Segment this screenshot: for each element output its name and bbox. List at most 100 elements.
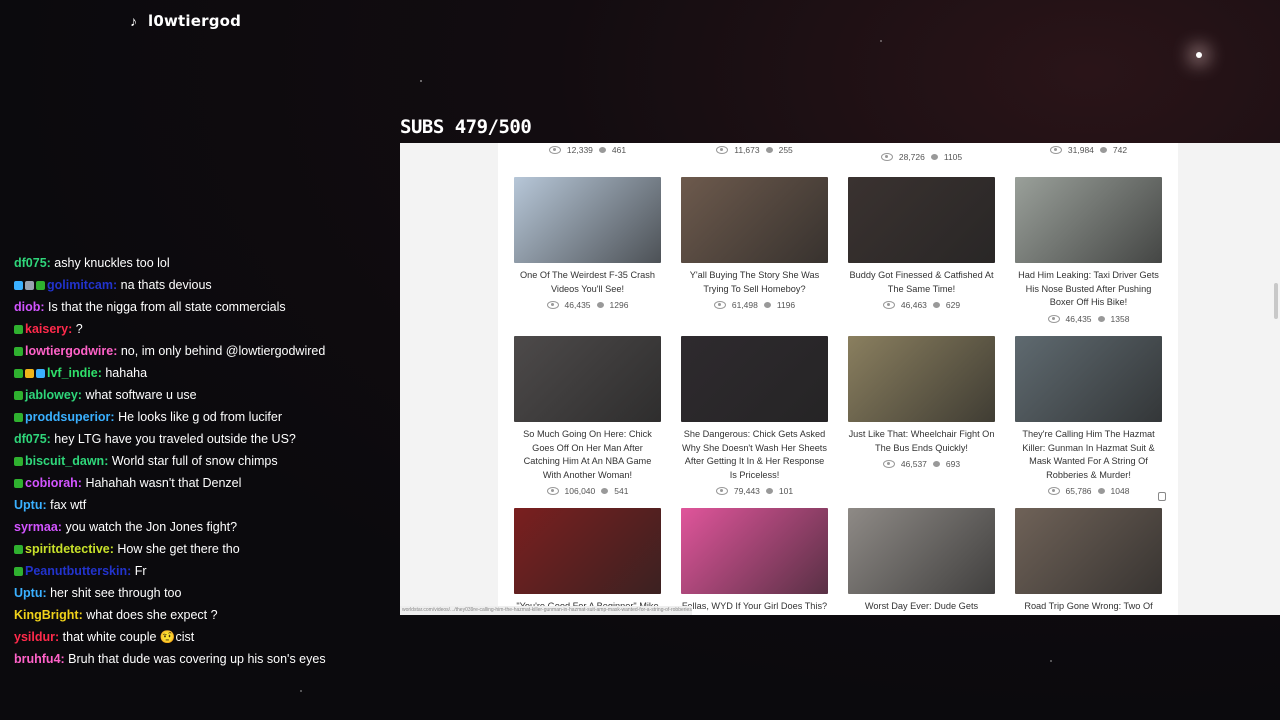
video-thumbnail[interactable] (848, 508, 995, 594)
video-title[interactable]: They're Calling Him The Hazmat Killer: G… (1015, 428, 1162, 482)
comment-icon (763, 302, 771, 309)
views-icon (1047, 487, 1060, 496)
comment-count: 1296 (609, 300, 629, 311)
video-card-partial[interactable]: 12,339 461 (514, 143, 661, 155)
video-card-partial[interactable]: Location On Her Phone! 28,726 1105 (848, 143, 995, 162)
chat-cutoff-line (14, 238, 394, 250)
video-thumbnail[interactable] (1015, 508, 1162, 594)
video-card[interactable]: So Much Going On Here: Chick Goes Off On… (514, 336, 661, 496)
video-thumbnail[interactable] (848, 177, 995, 263)
chat-username: jablowey (25, 388, 78, 402)
chat-username: diob (14, 300, 41, 314)
video-thumbnail[interactable] (1015, 336, 1162, 422)
video-card[interactable]: Y'all Buying The Story She Was Trying To… (681, 177, 828, 310)
chat-panel: df075: ashy knuckles too lol golimitcam: … (14, 240, 394, 670)
video-thumbnail[interactable] (848, 336, 995, 422)
chat-text: Hahahah wasn't that Denzel (85, 476, 242, 490)
video-card[interactable]: Fellas, WYD If Your Girl Does This? (681, 508, 828, 614)
chat-text: hey LTG have you traveled outside the US… (54, 432, 296, 446)
video-title[interactable]: One Of The Weirdest F-35 Crash Videos Yo… (514, 269, 661, 296)
chat-message: ysildur: that white couple 🤨cist (14, 630, 195, 644)
video-stats: 79,443 101 (681, 486, 828, 496)
video-thumbnail[interactable] (681, 177, 828, 263)
video-card[interactable]: Worst Day Ever: Dude Gets Robbed (848, 508, 995, 615)
subs-counter: SUBS 479/500 (400, 116, 532, 138)
chat-message: cobiorah: Hahahah wasn't that Denzel (14, 472, 394, 494)
video-title[interactable]: Fellas, WYD If Your Girl Does This? (681, 600, 828, 614)
badge-icon (25, 369, 34, 378)
video-title[interactable]: Had Him Leaking: Taxi Driver Gets His No… (1015, 269, 1162, 310)
chat-username: ysildur (14, 630, 55, 644)
badge-icon (14, 545, 23, 554)
chat-username: golimitcam (47, 278, 113, 292)
video-card[interactable]: Had Him Leaking: Taxi Driver Gets His No… (1015, 177, 1162, 324)
bright-star (1196, 52, 1202, 58)
chat-text: you watch the Jon Jones fight? (65, 520, 238, 534)
video-card[interactable]: Buddy Got Finessed & Catfished At The Sa… (848, 177, 995, 310)
view-count: 61,498 (731, 300, 758, 311)
chat-message: proddsuperior: He looks like g od from l… (14, 406, 394, 428)
video-title[interactable]: Road Trip Gone Wrong: Two Of Four (1015, 600, 1162, 615)
chat-message: bruhfu4: Bruh that dude was covering up … (14, 652, 326, 666)
mouse-cursor (1158, 492, 1166, 501)
chat-text: hahaha (105, 366, 148, 380)
video-thumbnail[interactable] (1015, 177, 1162, 263)
video-card[interactable]: Road Trip Gone Wrong: Two Of Four (1015, 508, 1162, 615)
video-card[interactable]: They're Calling Him The Hazmat Killer: G… (1015, 336, 1162, 496)
chat-message: kaisery: ? (14, 318, 394, 340)
view-count: 46,463 (900, 300, 927, 311)
chat-text: ashy knuckles too lol (54, 256, 170, 270)
video-title[interactable]: Worst Day Ever: Dude Gets Robbed (848, 600, 995, 615)
chat-message: df075: ashy knuckles too lol (14, 256, 170, 270)
chat-username: df075 (14, 432, 47, 446)
video-card[interactable]: She Dangerous: Chick Gets Asked Why She … (681, 336, 828, 496)
chat-username: df075 (14, 256, 47, 270)
views-icon (1047, 314, 1060, 323)
chat-username: Uptu (14, 498, 43, 512)
comment-count: 693 (945, 459, 961, 470)
video-title[interactable]: Just Like That: Wheelchair Fight On The … (848, 428, 995, 455)
chat-message: biscuit_dawn: World star full of snow ch… (14, 450, 394, 472)
video-card-partial[interactable]: 31,984 742 (1015, 143, 1162, 155)
chat-username: Uptu (14, 586, 43, 600)
video-title[interactable]: She Dangerous: Chick Gets Asked Why She … (681, 428, 828, 482)
views-icon (716, 146, 729, 154)
video-title[interactable]: So Much Going On Here: Chick Goes Off On… (514, 428, 661, 482)
star (1050, 660, 1052, 662)
video-card[interactable]: "You're Good For A Beginner" Mike (514, 508, 661, 614)
video-title[interactable]: Y'all Buying The Story She Was Trying To… (681, 269, 828, 296)
video-thumbnail[interactable] (681, 508, 828, 594)
comment-icon (932, 461, 940, 468)
comment-count: 1358 (1110, 313, 1130, 324)
video-card-partial[interactable]: 11,673 255 (681, 143, 828, 155)
scrollbar-thumb[interactable] (1274, 283, 1278, 319)
view-count: 79,443 (733, 486, 760, 497)
view-count: 28,726 (898, 152, 925, 162)
view-count: 46,435 (564, 300, 591, 311)
chat-message: lvf_indie: hahaha (14, 362, 394, 384)
chat-message: df075: hey LTG have you traveled outside… (14, 432, 296, 446)
comment-icon (601, 488, 609, 495)
view-count: 11,673 (734, 145, 760, 155)
chat-text: Bruh that dude was covering up his son's… (68, 652, 326, 666)
video-thumbnail[interactable] (514, 336, 661, 422)
browser-viewport[interactable]: 12,339 461 11,673 255 Location On Her Phone!… (400, 143, 1280, 615)
video-stats: 61,498 1196 (681, 300, 828, 310)
views-icon (546, 301, 559, 310)
page-gutter-right (1178, 143, 1280, 615)
video-card[interactable]: Just Like That: Wheelchair Fight On The … (848, 336, 995, 469)
streamer-name: l0wtiergod (148, 12, 242, 30)
video-thumbnail[interactable] (514, 508, 661, 594)
badge-icon (25, 281, 34, 290)
view-count: 31,984 (1067, 145, 1094, 155)
video-thumbnail[interactable] (681, 336, 828, 422)
video-card[interactable]: One Of The Weirdest F-35 Crash Videos Yo… (514, 177, 661, 310)
chat-username: Peanutbutterskin (25, 564, 128, 578)
chat-message: Uptu: fax wtf (14, 498, 87, 512)
comment-icon (932, 302, 940, 309)
chat-message: spiritdetective: How she get there tho (14, 538, 394, 560)
video-thumbnail[interactable] (514, 177, 661, 263)
views-icon (715, 487, 728, 496)
video-title[interactable]: Location On Her Phone! (848, 143, 995, 146)
video-title[interactable]: Buddy Got Finessed & Catfished At The Sa… (848, 269, 995, 296)
